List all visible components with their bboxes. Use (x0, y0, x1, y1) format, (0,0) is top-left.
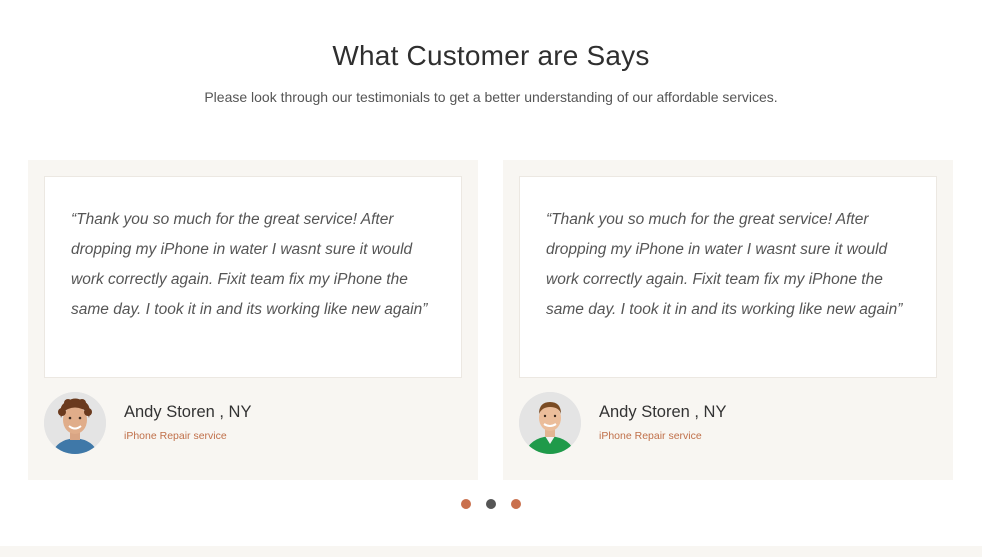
pagination-dot-2[interactable] (486, 499, 496, 509)
pagination-dot-3[interactable] (511, 499, 521, 509)
testimonial-quote: “Thank you so much for the great service… (71, 211, 428, 318)
testimonial-author: Andy Storen , NY iPhone Repair service (44, 392, 462, 456)
section-subtitle: Please look through our testimonials to … (204, 89, 778, 105)
quote-box: “Thank you so much for the great service… (519, 176, 937, 378)
avatar (519, 392, 581, 454)
testimonial-card: “Thank you so much for the great service… (503, 160, 953, 480)
curly-hair-man-avatar (44, 392, 106, 454)
green-shirt-man-avatar (519, 392, 581, 454)
testimonial-author: Andy Storen , NY iPhone Repair service (519, 392, 937, 456)
author-role: iPhone Repair service (599, 430, 702, 442)
author-name: Andy Storen , NY (124, 403, 252, 421)
quote-box: “Thank you so much for the great service… (44, 176, 462, 378)
pagination-dot-1[interactable] (461, 499, 471, 509)
testimonial-quote: “Thank you so much for the great service… (546, 211, 903, 318)
avatar (44, 392, 106, 454)
footer-strip (0, 546, 982, 557)
testimonial-card: “Thank you so much for the great service… (28, 160, 478, 480)
carousel-pagination (0, 499, 982, 509)
section-title: What Customer are Says (332, 40, 650, 71)
author-role: iPhone Repair service (124, 430, 227, 442)
author-name: Andy Storen , NY (599, 403, 727, 421)
